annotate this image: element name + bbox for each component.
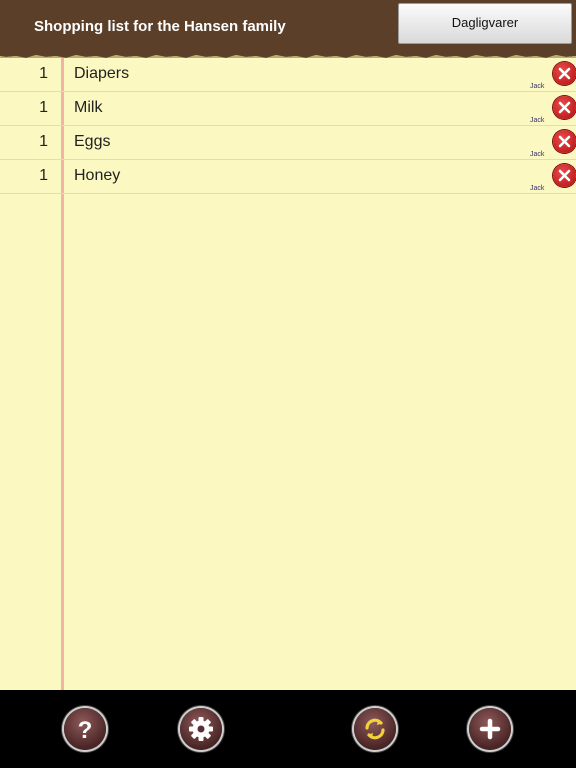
header-bar: Shopping list for the Hansen family Dagl… [0, 0, 576, 52]
bottom-toolbar: ? [0, 690, 576, 768]
sync-icon [365, 718, 385, 740]
item-added-by: Jack [530, 185, 545, 192]
item-name: Honey [74, 167, 121, 184]
settings-button[interactable] [180, 708, 222, 750]
item-quantity: 1 [39, 65, 48, 82]
delete-item-button[interactable] [553, 130, 576, 153]
item-quantity: 1 [39, 167, 48, 184]
delete-item-button[interactable] [553, 62, 576, 85]
list-item[interactable]: 1 Milk Jack [0, 92, 576, 126]
close-icon [558, 101, 571, 114]
help-icon: ? [78, 717, 93, 744]
add-item-button[interactable] [469, 708, 511, 750]
help-button[interactable]: ? [64, 708, 106, 750]
close-icon [558, 169, 571, 182]
list-item[interactable]: 1 Diapers Jack [0, 58, 576, 92]
item-added-by: Jack [530, 83, 545, 90]
svg-text:?: ? [78, 717, 93, 744]
page-title: Shopping list for the Hansen family [34, 18, 286, 35]
item-name: Milk [74, 99, 103, 116]
item-name: Diapers [74, 65, 130, 82]
list-selector-button[interactable]: Dagligvarer [398, 3, 572, 44]
item-added-by: Jack [530, 151, 545, 158]
list-item[interactable]: 1 Eggs Jack [0, 126, 576, 160]
item-added-by: Jack [530, 117, 545, 124]
delete-item-button[interactable] [553, 96, 576, 119]
sync-button[interactable] [354, 708, 396, 750]
close-icon [558, 67, 571, 80]
item-name: Eggs [74, 133, 111, 150]
item-quantity: 1 [39, 99, 48, 116]
add-icon [479, 718, 501, 740]
delete-item-button[interactable] [553, 164, 576, 187]
item-quantity: 1 [39, 133, 48, 150]
settings-gear-icon [189, 717, 213, 741]
list-item[interactable]: 1 Honey Jack [0, 160, 576, 194]
shopping-list: 1 Diapers Jack 1 Milk Jack 1 Eggs Jack 1… [0, 58, 576, 194]
close-icon [558, 135, 571, 148]
